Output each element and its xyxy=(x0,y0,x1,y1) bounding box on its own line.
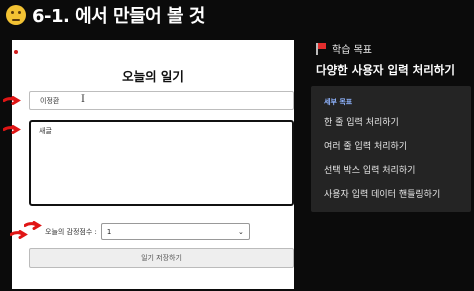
diary-title: 오늘의 일기 xyxy=(122,69,184,84)
diary-demo-panel: 오늘의 일기 이정환 I 새글 오늘의 감정점수 : 1 ⌄ 일기 저장하기 xyxy=(12,40,294,289)
emotion-row: 오늘의 감정점수 : 1 ⌄ xyxy=(45,223,250,240)
detailed-goals-box: 세부 목표 한 줄 입력 처리하기 여러 줄 입력 처리하기 선택 박스 입력 … xyxy=(311,86,471,212)
arrow-icon xyxy=(24,221,42,230)
emotion-select[interactable]: 1 ⌄ xyxy=(100,223,250,240)
red-dot-marker xyxy=(14,50,18,54)
text-cursor-icon: I xyxy=(81,94,85,105)
emotion-selected-value: 1 xyxy=(106,227,112,236)
page-title: 6-1. 에서 만들어 볼 것 xyxy=(32,6,205,27)
thinking-face-icon xyxy=(6,5,26,25)
goal-item: 사용자 입력 데이터 핸들링하기 xyxy=(324,190,441,200)
arrow-icon xyxy=(3,125,21,134)
arrow-icon xyxy=(10,230,28,239)
chevron-down-icon: ⌄ xyxy=(238,227,244,236)
goal-item: 한 줄 입력 처리하기 xyxy=(324,118,399,128)
header: 6-1. 에서 만들어 볼 것 xyxy=(6,3,205,27)
emotion-label: 오늘의 감정점수 : xyxy=(45,227,97,236)
author-value: 이정환 xyxy=(40,97,60,105)
red-flag-icon xyxy=(316,42,326,55)
arrow-icon xyxy=(3,96,21,105)
goals-heading: 학습 목표 xyxy=(316,41,372,56)
save-diary-button[interactable]: 일기 저장하기 xyxy=(29,248,294,268)
goal-item: 선택 박스 입력 처리하기 xyxy=(324,166,416,176)
content-value: 새글 xyxy=(39,127,52,135)
author-input[interactable]: 이정환 I xyxy=(29,91,294,110)
detailed-goals-label: 세부 목표 xyxy=(324,98,353,106)
goal-item: 여러 줄 입력 처리하기 xyxy=(324,142,408,152)
goals-heading-label: 학습 목표 xyxy=(332,45,372,56)
content-textarea[interactable]: 새글 xyxy=(29,120,294,206)
main-goal: 다양한 사용자 입력 처리하기 xyxy=(316,63,455,77)
